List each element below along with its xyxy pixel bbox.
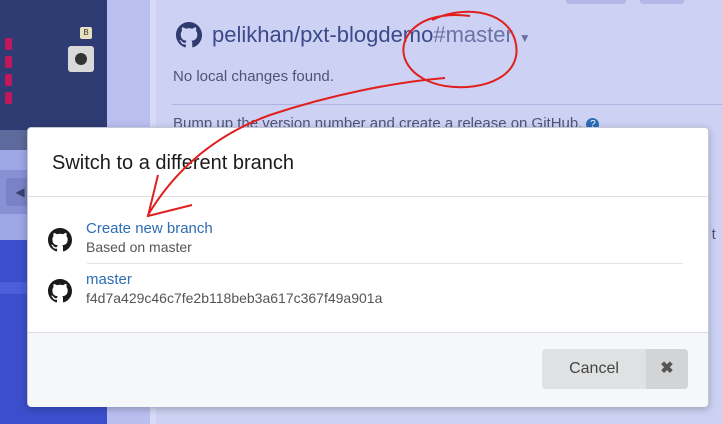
create-branch-item[interactable]: Create new branch Based on master xyxy=(48,220,684,256)
repo-name: pelikhan/pxt-blogdemo xyxy=(212,22,434,47)
master-branch-link[interactable]: master xyxy=(86,271,382,289)
top-tab xyxy=(640,0,684,4)
button-b-label: B xyxy=(80,27,92,39)
top-tab xyxy=(566,0,626,4)
github-icon xyxy=(176,22,202,48)
cancel-label: Cancel xyxy=(569,360,619,377)
item-divider xyxy=(87,263,683,264)
master-branch-text: master f4d7a429c46c7fe2b118beb3a617c367f… xyxy=(86,271,382,307)
github-icon xyxy=(48,279,72,303)
dialog-footer: Cancel ✖ xyxy=(28,332,708,407)
close-icon[interactable]: ✖ xyxy=(646,349,688,389)
create-branch-link[interactable]: Create new branch xyxy=(86,220,213,238)
button-b[interactable] xyxy=(68,46,94,72)
dialog-title: Switch to a different branch xyxy=(52,152,294,174)
led xyxy=(5,92,12,104)
led xyxy=(5,74,12,86)
divider xyxy=(172,104,722,105)
repo-header: pelikhan/pxt-blogdemo#master ▼ xyxy=(176,22,531,48)
switch-branch-dialog: Switch to a different branch Create new … xyxy=(27,127,709,407)
repo-title: pelikhan/pxt-blogdemo#master ▼ xyxy=(212,22,531,48)
led xyxy=(5,38,12,50)
cancel-button[interactable]: Cancel ✖ xyxy=(542,349,688,389)
master-branch-item[interactable]: master f4d7a429c46c7fe2b118beb3a617c367f… xyxy=(48,271,684,307)
branch-selector[interactable]: #master xyxy=(433,22,512,47)
create-branch-subtitle: Based on master xyxy=(86,239,192,255)
github-icon xyxy=(48,228,72,252)
led xyxy=(5,56,12,68)
create-branch-text: Create new branch Based on master xyxy=(86,220,213,256)
dialog-header: Switch to a different branch xyxy=(28,128,708,197)
status-text: No local changes found. xyxy=(173,68,334,85)
commit-hash: f4d7a429c46c7fe2b118beb3a617c367f49a901a xyxy=(86,290,383,306)
caret-down-icon[interactable]: ▼ xyxy=(519,31,531,45)
